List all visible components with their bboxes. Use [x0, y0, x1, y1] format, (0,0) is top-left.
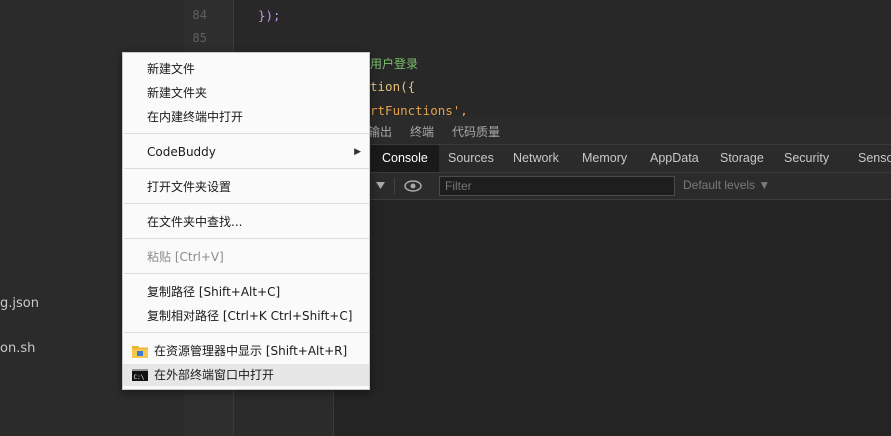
toolbar-divider [394, 178, 395, 194]
menu-item-new-folder[interactable]: 新建文件夹 [123, 82, 369, 104]
explorer-file-item[interactable]: on.sh [0, 341, 35, 356]
menu-item-open-in-external-terminal[interactable]: C:\ 在外部终端窗口中打开 [123, 364, 369, 386]
menu-item-codebuddy[interactable]: CodeBuddy ▶ [123, 141, 369, 163]
tab-security[interactable]: Security [773, 145, 840, 172]
tab-memory[interactable]: Memory [571, 145, 638, 172]
menu-separator [124, 273, 369, 274]
triangle-down-icon[interactable] [376, 182, 385, 190]
default-levels-dropdown[interactable]: Default levels ▼ [683, 178, 770, 192]
tab-network[interactable]: Network [502, 145, 570, 172]
panel-tab-terminal[interactable]: 终端 [410, 123, 434, 140]
tab-console[interactable]: Console [371, 145, 439, 172]
menu-separator [124, 332, 369, 333]
menu-item-open-folder-settings[interactable]: 打开文件夹设置 [123, 176, 369, 198]
menu-item-label: 在外部终端窗口中打开 [154, 368, 275, 382]
console-toolbar: Default levels ▼ [334, 173, 891, 200]
line-number: 85 [192, 31, 207, 45]
console-filter-input[interactable] [439, 176, 675, 196]
tab-storage[interactable]: Storage [709, 145, 775, 172]
folder-icon [132, 346, 148, 358]
explorer-file-item[interactable]: g.json [0, 296, 39, 311]
menu-item-label: CodeBuddy [147, 145, 216, 159]
devtools-panel: 输出 终端 代码质量 Console Sources Network Memor… [334, 116, 891, 436]
panel-tab-code-quality[interactable]: 代码质量 [452, 123, 500, 140]
context-menu: 新建文件 新建文件夹 在内建终端中打开 CodeBuddy ▶ 打开文件夹设置 … [122, 52, 370, 390]
tab-sources[interactable]: Sources [437, 145, 505, 172]
menu-item-new-file[interactable]: 新建文件 [123, 58, 369, 80]
menu-item-label: 在资源管理器中显示 [Shift+Alt+R] [154, 344, 348, 358]
svg-text:C:\: C:\ [134, 374, 145, 381]
submenu-arrow-icon: ▶ [354, 147, 361, 157]
menu-separator [124, 238, 369, 239]
eye-icon[interactable] [404, 180, 422, 192]
tab-appdata[interactable]: AppData [639, 145, 710, 172]
bottom-panel-tabs: 输出 终端 代码质量 [334, 116, 891, 145]
menu-item-copy-relative-path[interactable]: 复制相对路径 [Ctrl+K Ctrl+Shift+C] [123, 305, 369, 327]
tab-sensors[interactable]: Senso [847, 145, 891, 172]
code-line: tion({ [370, 79, 416, 94]
menu-separator [124, 168, 369, 169]
menu-item-find-in-folder[interactable]: 在文件夹中查找... [123, 211, 369, 233]
code-line-comment: 用户登录 [370, 57, 419, 71]
menu-item-copy-path[interactable]: 复制路径 [Shift+Alt+C] [123, 281, 369, 303]
code-line: }); [258, 8, 281, 23]
menu-separator [124, 133, 369, 134]
menu-item-paste: 粘贴 [Ctrl+V] [147, 250, 224, 264]
devtools-tab-bar: Console Sources Network Memory AppData S… [334, 145, 891, 173]
panel-tab-output[interactable]: 输出 [368, 123, 392, 140]
terminal-icon: C:\ [132, 369, 148, 381]
line-number: 84 [192, 8, 207, 22]
menu-item-reveal-in-explorer[interactable]: 在资源管理器中显示 [Shift+Alt+R] [123, 340, 369, 362]
menu-separator [124, 203, 369, 204]
menu-item-open-in-integrated-terminal[interactable]: 在内建终端中打开 [123, 106, 369, 128]
